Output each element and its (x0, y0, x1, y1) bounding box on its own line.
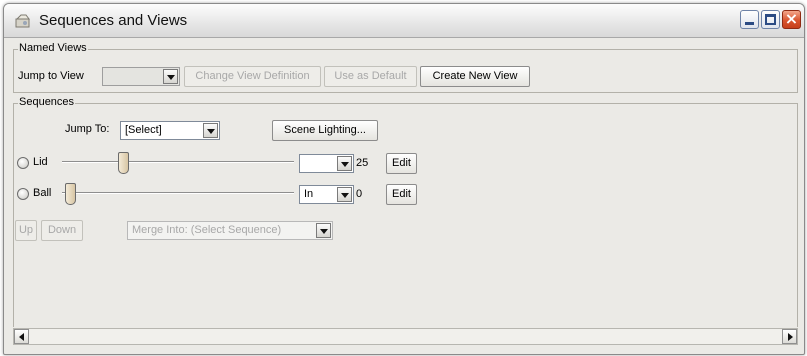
merge-into-value: Merge Into: (Select Sequence) (132, 224, 282, 236)
ball-label: Ball (33, 187, 52, 199)
merge-into-select[interactable]: Merge Into: (Select Sequence) (127, 221, 333, 240)
down-button[interactable]: Down (41, 220, 83, 241)
chevron-down-icon (320, 229, 328, 234)
sequences-group: Sequences Jump To: [Select] Scene Lighti… (13, 96, 798, 327)
chevron-down-icon (207, 129, 215, 134)
create-new-view-button[interactable]: Create New View (420, 66, 530, 87)
lid-radio[interactable] (17, 157, 29, 169)
scroll-left-icon (19, 333, 24, 341)
jump-to-select[interactable]: [Select] (120, 121, 220, 140)
scene-lighting-button[interactable]: Scene Lighting... (272, 120, 378, 141)
scroll-right-button[interactable] (782, 329, 797, 344)
up-button[interactable]: Up (15, 220, 37, 241)
lid-label: Lid (33, 156, 48, 168)
jump-to-view-label: Jump to View (18, 70, 84, 82)
named-views-legend: Named Views (18, 42, 88, 54)
jump-to-view-dropdown-arrow[interactable] (163, 69, 178, 84)
merge-into-dropdown-arrow[interactable] (316, 223, 331, 238)
chevron-down-icon (341, 193, 349, 198)
sequences-legend: Sequences (18, 96, 76, 108)
chevron-down-icon (167, 75, 175, 80)
change-view-definition-button[interactable]: Change View Definition (184, 66, 321, 87)
lid-frame-number: 25 (356, 157, 369, 169)
ball-mode-value: In (304, 188, 314, 200)
ball-edit-button[interactable]: Edit (386, 184, 417, 205)
ball-slider-thumb[interactable] (65, 183, 76, 205)
scroll-left-button[interactable] (14, 329, 29, 344)
lid-mode-select[interactable] (299, 154, 354, 173)
ball-frame-number: 0 (356, 188, 363, 200)
horizontal-scrollbar[interactable] (13, 328, 798, 345)
close-icon: × (784, 9, 799, 28)
ball-radio[interactable] (17, 188, 29, 200)
lid-slider-track[interactable] (62, 161, 294, 163)
lid-mode-dropdown-arrow[interactable] (337, 156, 352, 171)
named-views-group: Named Views Jump to View Change View Def… (13, 42, 798, 93)
window-title: Sequences and Views (39, 12, 188, 29)
sequences-and-views-window: Sequences and Views × Named Views Jump t… (3, 3, 805, 355)
maximize-icon (765, 14, 776, 25)
ball-mode-dropdown-arrow[interactable] (337, 187, 352, 202)
maximize-button[interactable] (761, 10, 780, 29)
chevron-down-icon (341, 162, 349, 167)
jump-to-value: [Select] (125, 124, 162, 136)
minimize-icon (745, 22, 754, 25)
ball-slider-track[interactable] (62, 192, 294, 194)
close-button[interactable]: × (782, 9, 801, 29)
lid-edit-button[interactable]: Edit (386, 153, 417, 174)
app-icon (15, 14, 30, 28)
minimize-button[interactable] (740, 10, 759, 29)
title-bar[interactable]: Sequences and Views × (4, 4, 804, 38)
jump-to-dropdown-arrow[interactable] (203, 123, 218, 138)
jump-to-view-select[interactable] (102, 67, 180, 86)
lid-slider-thumb[interactable] (117, 152, 129, 174)
use-as-default-button[interactable]: Use as Default (324, 66, 417, 87)
ball-mode-select[interactable]: In (299, 185, 354, 204)
jump-to-label: Jump To: (65, 123, 110, 135)
scroll-right-icon (788, 333, 793, 341)
